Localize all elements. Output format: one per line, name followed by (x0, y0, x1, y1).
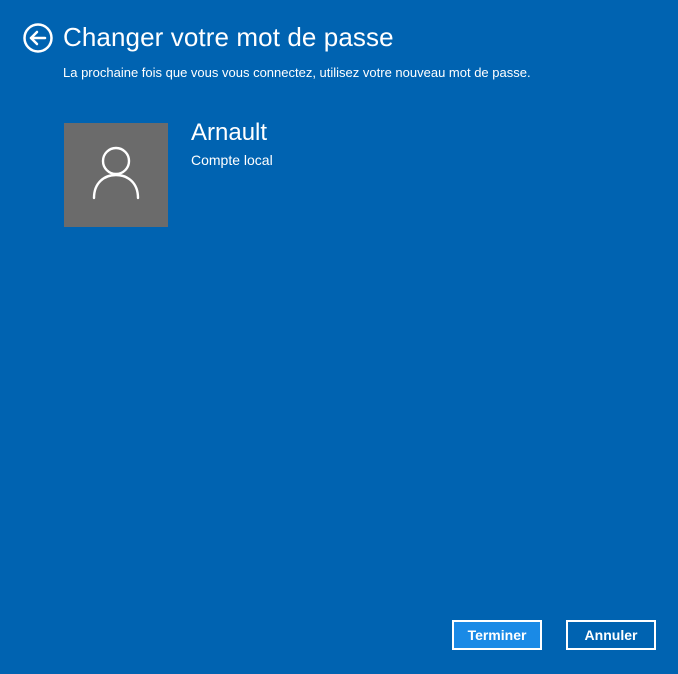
back-button[interactable] (23, 23, 53, 53)
page-subtitle: La prochaine fois que vous vous connecte… (63, 65, 531, 80)
finish-button[interactable]: Terminer (452, 620, 542, 650)
avatar (64, 123, 168, 227)
page-title: Changer votre mot de passe (63, 22, 394, 52)
account-type: Compte local (191, 152, 273, 168)
cancel-button[interactable]: Annuler (566, 620, 656, 650)
change-password-page: Changer votre mot de passe La prochaine … (0, 0, 678, 674)
back-arrow-circle-icon (23, 23, 53, 53)
user-name: Arnault (191, 119, 268, 146)
user-silhouette-icon (92, 146, 140, 200)
